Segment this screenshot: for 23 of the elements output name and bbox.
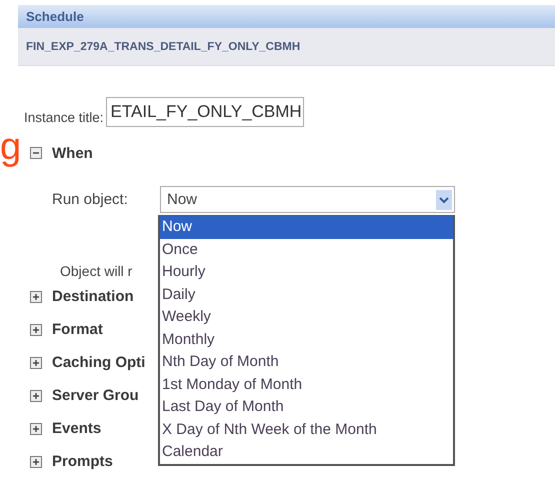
section-label[interactable]: When [52, 144, 93, 162]
expand-icon[interactable] [30, 456, 42, 468]
section-label[interactable]: Destination [52, 288, 134, 305]
dropdown-option[interactable]: Now [160, 216, 453, 238]
section-label[interactable]: Format [52, 321, 103, 338]
field-label: Run object: [52, 191, 129, 208]
expand-icon[interactable] [30, 290, 42, 302]
section-label[interactable]: Events [52, 420, 102, 437]
expand-icon[interactable] [30, 356, 42, 368]
expand-icon[interactable] [30, 390, 42, 402]
field-label: Instance title: [24, 110, 104, 127]
section-label[interactable]: Caching Opti [52, 354, 146, 371]
schedule-note: Object will r [60, 263, 132, 281]
panel-title: Schedule [18, 5, 555, 28]
expand-icon[interactable] [30, 324, 42, 336]
collapse-icon[interactable] [30, 147, 42, 159]
report-name: FIN_EXP_279A_TRANS_DETAIL_FY_ONLY_CBMH [18, 28, 555, 66]
overlay-text: g [0, 129, 22, 165]
section-label[interactable]: Prompts [52, 453, 113, 470]
expand-icon[interactable] [30, 422, 42, 434]
section-label[interactable]: Server Grou [52, 387, 139, 404]
instance-title-field[interactable]: ETAIL_FY_ONLY_CBMH [106, 97, 304, 127]
run-object-select[interactable]: Now [160, 186, 455, 213]
